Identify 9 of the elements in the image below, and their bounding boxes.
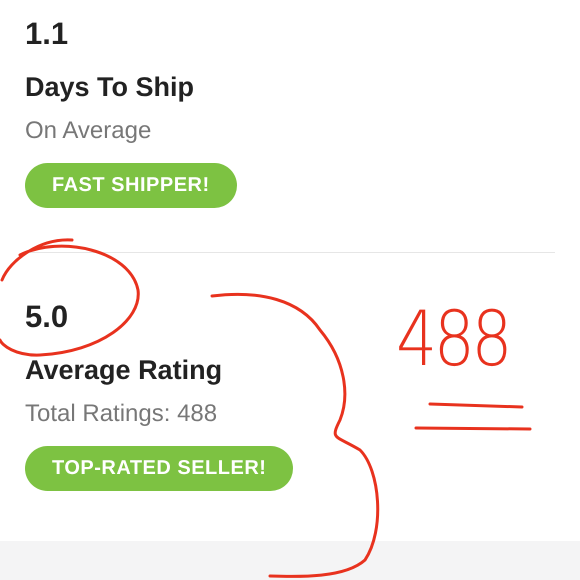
stat-value: 1.1 <box>25 15 68 53</box>
stat-subtitle: Total Ratings: 488 <box>25 399 218 429</box>
seller-badge: FAST SHIPPER! <box>25 163 237 208</box>
stat-title: Average Rating <box>25 354 222 387</box>
handwritten-note: 488 <box>396 296 510 382</box>
stat-title: Days To Ship <box>25 71 194 104</box>
stat-subtitle: On Average <box>25 116 152 146</box>
stat-value: 5.0 <box>25 298 68 336</box>
seller-badge: TOP-RATED SELLER! <box>25 446 294 491</box>
